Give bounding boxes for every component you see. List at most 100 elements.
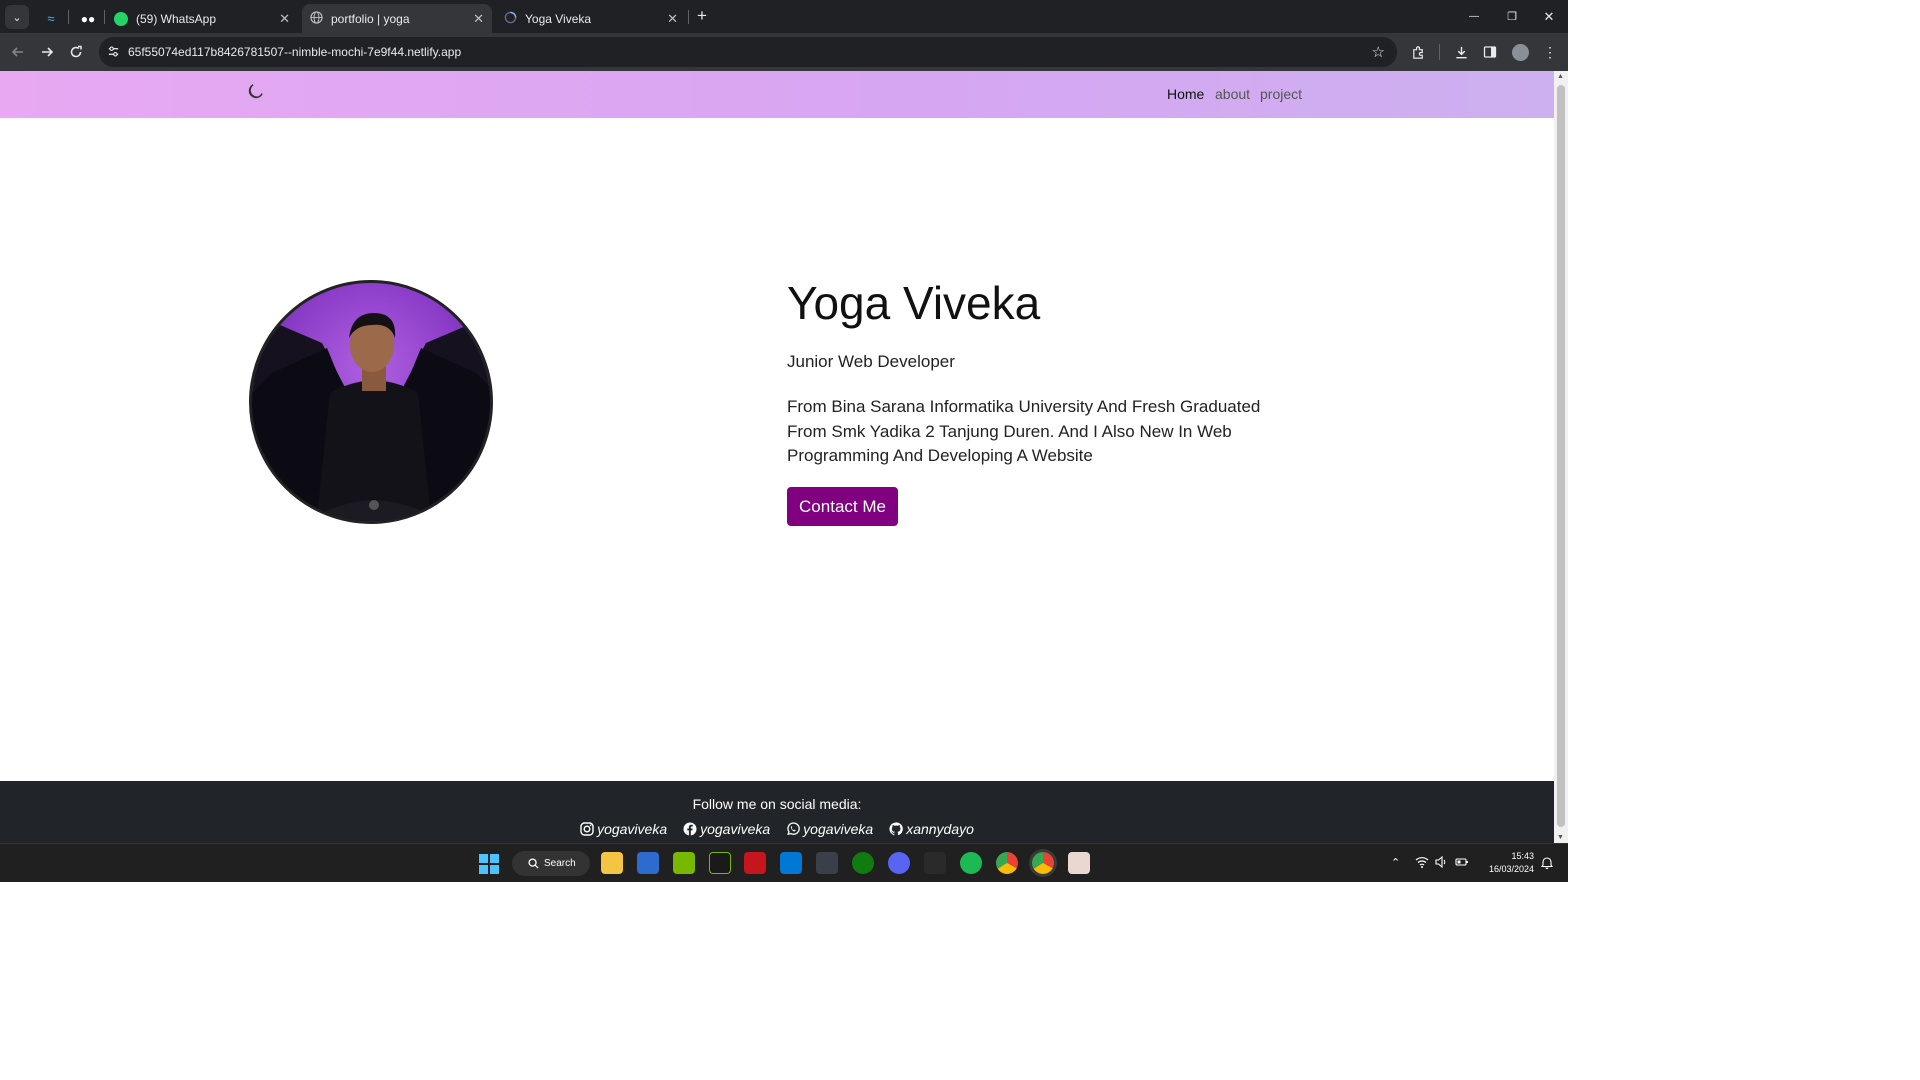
toolbar-separator bbox=[1439, 44, 1440, 60]
tab-separator bbox=[104, 10, 105, 24]
close-icon[interactable]: ✕ bbox=[667, 11, 678, 27]
menu-button[interactable]: ⋮ bbox=[1538, 40, 1562, 64]
puzzle-icon bbox=[1412, 45, 1423, 59]
tab-label: portfolio | yoga bbox=[331, 11, 410, 26]
social-handle: yogaviveka bbox=[597, 821, 668, 837]
search-icon bbox=[528, 858, 539, 869]
close-icon[interactable]: ✕ bbox=[473, 11, 484, 27]
footer-title: Follow me on social media: bbox=[692, 796, 862, 812]
downloads-button[interactable] bbox=[1449, 40, 1473, 64]
nav-link-project[interactable]: project bbox=[1260, 86, 1302, 102]
tab-yoga-viveka[interactable]: Yoga Viveka ✕ bbox=[496, 4, 686, 33]
battery-icon[interactable] bbox=[1455, 856, 1469, 871]
social-handle: yogaviveka bbox=[700, 821, 771, 837]
chrome-icon[interactable] bbox=[996, 852, 1018, 874]
scroll-down-arrow[interactable]: ▼ bbox=[1557, 834, 1564, 841]
loading-icon bbox=[504, 11, 517, 27]
download-icon bbox=[1455, 46, 1467, 58]
wifi-icon[interactable] bbox=[1415, 856, 1429, 871]
browser-toolbar: 65f55074ed117b8426781507--nimble-mochi-7… bbox=[0, 33, 1568, 71]
nav-link-home[interactable]: Home bbox=[1167, 86, 1204, 102]
clock-time: 15:43 bbox=[1511, 851, 1534, 861]
reload-button[interactable] bbox=[64, 40, 88, 64]
scroll-up-arrow[interactable]: ▲ bbox=[1557, 73, 1564, 80]
nvidia-broadcast-icon[interactable] bbox=[709, 852, 731, 874]
tab-whatsapp[interactable]: (59) WhatsApp ✕ bbox=[108, 4, 298, 33]
social-links: yogaviveka yogaviveka yogaviveka xannyda… bbox=[0, 821, 1554, 837]
social-handle: xannydayo bbox=[906, 821, 974, 837]
reload-icon bbox=[70, 45, 82, 58]
tab-label: (59) WhatsApp bbox=[136, 11, 217, 26]
forward-button[interactable] bbox=[35, 40, 59, 64]
tab-portfolio[interactable]: portfolio | yoga ✕ bbox=[302, 4, 492, 33]
globe-icon bbox=[310, 10, 323, 27]
side-panel-icon bbox=[1483, 46, 1497, 58]
close-window-button[interactable]: ✕ bbox=[1530, 0, 1568, 33]
address-bar[interactable]: 65f55074ed117b8426781507--nimble-mochi-7… bbox=[99, 37, 1397, 67]
tab-separator bbox=[688, 10, 689, 24]
scrollbar-thumb[interactable] bbox=[1557, 85, 1565, 827]
extensions-button[interactable] bbox=[1406, 40, 1430, 64]
moon-icon[interactable] bbox=[246, 82, 265, 106]
minimize-button[interactable]: — bbox=[1455, 0, 1493, 33]
whatsapp-icon bbox=[787, 822, 800, 836]
arrow-right-icon bbox=[42, 47, 54, 57]
footer: Follow me on social media: yogaviveka yo… bbox=[0, 781, 1554, 843]
side-panel-button[interactable] bbox=[1478, 40, 1502, 64]
profile-avatar[interactable] bbox=[1508, 40, 1532, 64]
social-link-facebook[interactable]: yogaviveka bbox=[683, 821, 770, 837]
nvidia-icon[interactable] bbox=[673, 852, 695, 874]
clock-date: 16/03/2024 bbox=[1488, 864, 1534, 874]
vscode-icon[interactable] bbox=[780, 852, 802, 874]
bookmark-star-icon[interactable]: ☆ bbox=[1372, 43, 1385, 61]
close-icon[interactable]: ✕ bbox=[279, 11, 290, 27]
avatar bbox=[1511, 43, 1529, 61]
medium-icon: ●● bbox=[80, 11, 96, 26]
search-label: Search bbox=[544, 858, 576, 869]
arrow-left-icon bbox=[11, 47, 23, 57]
xbox-icon[interactable] bbox=[852, 852, 874, 874]
spotify-icon[interactable] bbox=[960, 852, 982, 874]
facebook-icon bbox=[683, 822, 697, 836]
notification-icon[interactable] bbox=[1540, 856, 1554, 872]
profile-photo bbox=[249, 280, 493, 524]
back-button[interactable] bbox=[6, 40, 30, 64]
volume-icon[interactable] bbox=[1435, 855, 1447, 871]
social-handle: yogaviveka bbox=[803, 821, 874, 837]
instagram-icon bbox=[580, 822, 594, 836]
epic-games-icon[interactable] bbox=[924, 852, 946, 874]
github-icon bbox=[889, 822, 904, 836]
whatsapp-icon bbox=[114, 11, 128, 26]
url-text: 65f55074ed117b8426781507--nimble-mochi-7… bbox=[128, 45, 462, 59]
browser-tab-strip: ⌄ ≈ ●● (59) WhatsApp ✕ portfolio | yoga … bbox=[0, 0, 1568, 33]
tab-separator bbox=[68, 10, 69, 24]
tab-label: Yoga Viveka bbox=[525, 11, 592, 26]
image-viewer-icon[interactable] bbox=[1068, 852, 1090, 874]
cube-app-icon[interactable] bbox=[816, 852, 838, 874]
nav-link-about[interactable]: about bbox=[1215, 86, 1250, 102]
site-info-icon[interactable] bbox=[107, 45, 120, 63]
chrome-profile-icon[interactable] bbox=[1032, 852, 1054, 874]
taskbar-clock[interactable]: 15:43 16/03/2024 bbox=[1478, 850, 1534, 876]
game-icon[interactable] bbox=[744, 852, 766, 874]
social-link-github[interactable]: xannydayo bbox=[889, 821, 974, 837]
windows-start-icon[interactable] bbox=[479, 854, 499, 874]
file-explorer-icon[interactable] bbox=[601, 852, 623, 874]
page-scrollbar[interactable]: ▲ ▼ bbox=[1554, 71, 1568, 843]
more-vertical-icon: ⋮ bbox=[1543, 43, 1557, 60]
discord-icon[interactable] bbox=[888, 852, 910, 874]
new-tab-button[interactable]: + bbox=[690, 4, 714, 28]
os-taskbar: Search ⌃ 15:43 16/03/2024 bbox=[0, 843, 1568, 882]
tab-tailwind[interactable]: ≈ bbox=[38, 4, 64, 33]
social-link-whatsapp[interactable]: yogaviveka bbox=[786, 821, 873, 837]
app-store-icon[interactable] bbox=[637, 852, 659, 874]
restore-button[interactable]: ❐ bbox=[1493, 0, 1531, 33]
tab-search-button[interactable]: ⌄ bbox=[5, 5, 29, 29]
contact-me-button[interactable]: Contact Me bbox=[787, 487, 898, 526]
chevron-up-icon[interactable]: ⌃ bbox=[1391, 856, 1400, 869]
tab-medium[interactable]: ●● bbox=[76, 4, 100, 33]
social-link-instagram[interactable]: yogaviveka bbox=[580, 821, 667, 837]
tailwind-icon: ≈ bbox=[47, 11, 55, 26]
navbar: Home about project bbox=[0, 71, 1554, 118]
taskbar-search[interactable]: Search bbox=[512, 851, 590, 876]
